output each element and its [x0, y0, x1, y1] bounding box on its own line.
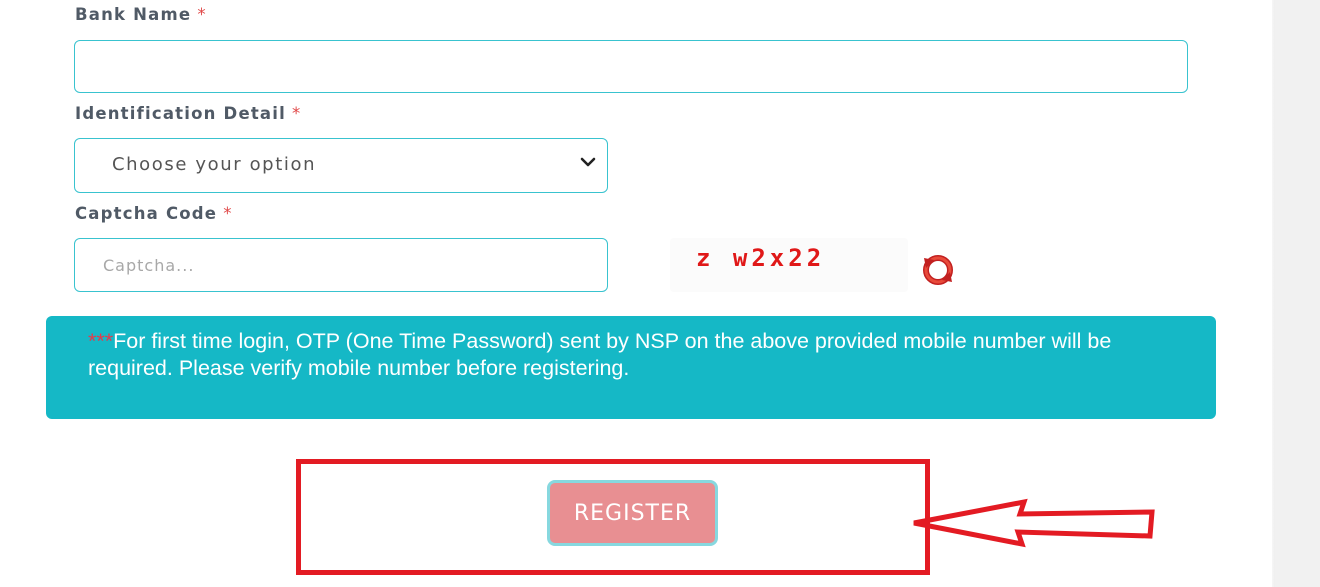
captcha-field[interactable] [74, 238, 608, 292]
notice-text: For first time login, OTP (One Time Pass… [88, 329, 1112, 380]
identification-detail-select[interactable]: Choose your option [74, 138, 608, 193]
bank-name-label: Bank Name * [75, 5, 207, 24]
register-button[interactable]: REGISTER [547, 480, 718, 546]
captcha-input[interactable] [75, 239, 607, 291]
captcha-image: z w2x22 [670, 238, 908, 292]
notice-stars: *** [88, 329, 114, 353]
captcha-code-label: Captcha Code * [75, 204, 233, 223]
captcha-image-text: z w2x22 [696, 244, 826, 272]
captcha-code-label-text: Captcha Code [75, 204, 218, 223]
identification-detail-label: Identification Detail * [75, 104, 301, 123]
chevron-down-icon [580, 157, 596, 167]
page-gutter [1275, 0, 1320, 587]
required-mark: * [197, 5, 207, 24]
identification-detail-selected: Choose your option [112, 154, 317, 175]
bank-name-field[interactable] [74, 40, 1188, 93]
refresh-icon[interactable] [920, 252, 956, 288]
required-mark: * [291, 104, 302, 123]
identification-detail-label-text: Identification Detail [75, 104, 286, 123]
bank-name-input[interactable] [75, 41, 1187, 92]
arrow-left-icon [913, 498, 1155, 548]
bank-name-label-text: Bank Name [75, 5, 192, 24]
required-mark: * [223, 204, 233, 223]
otp-notice: ***For first time login, OTP (One Time P… [46, 316, 1216, 419]
